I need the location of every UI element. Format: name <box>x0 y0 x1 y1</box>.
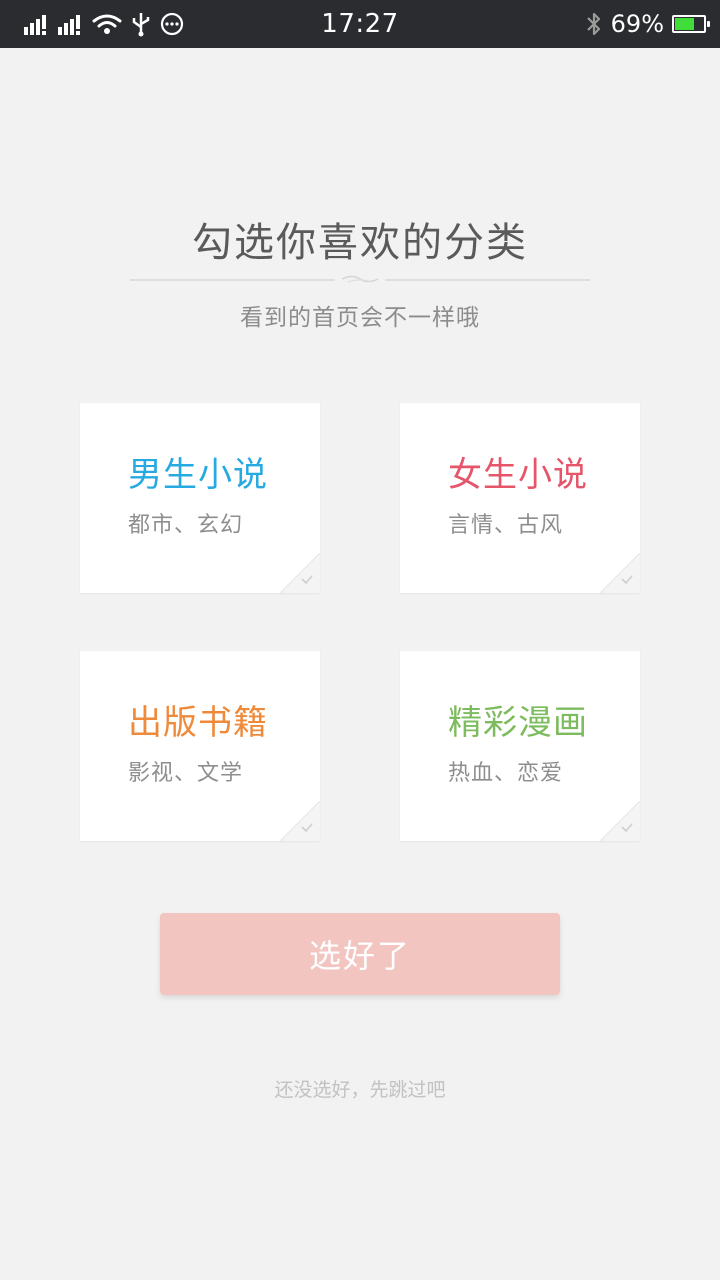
status-right: 69% <box>585 0 710 48</box>
title-divider <box>130 275 590 283</box>
skip-link[interactable]: 还没选好，先跳过吧 <box>0 1075 720 1102</box>
category-card-female-novel[interactable]: 女生小说 言情、古风 <box>400 403 640 593</box>
check-corner-icon <box>600 553 640 593</box>
category-subtitle: 都市、玄幻 <box>128 513 244 538</box>
status-bar: 17:27 69% <box>0 0 720 48</box>
check-corner-icon <box>280 553 320 593</box>
category-title: 男生小说 <box>128 455 268 495</box>
category-subtitle: 言情、古风 <box>448 513 564 538</box>
check-corner-icon <box>280 801 320 841</box>
page-title: 勾选你喜欢的分类 <box>192 220 528 266</box>
page-subtitle: 看到的首页会不一样哦 <box>240 305 480 331</box>
category-subtitle: 影视、文学 <box>128 761 244 786</box>
battery-percent: 69% <box>610 10 664 38</box>
category-card-male-novel[interactable]: 男生小说 都市、玄幻 <box>80 403 320 593</box>
check-corner-icon <box>600 801 640 841</box>
battery-icon <box>672 15 710 33</box>
bluetooth-icon <box>586 12 600 36</box>
category-title: 女生小说 <box>448 455 588 495</box>
category-title: 精彩漫画 <box>448 703 588 743</box>
category-card-published-books[interactable]: 出版书籍 影视、文学 <box>80 651 320 841</box>
confirm-button[interactable]: 选好了 <box>160 913 560 995</box>
battery-level-fill <box>675 18 695 30</box>
category-card-comics[interactable]: 精彩漫画 热血、恋爱 <box>400 651 640 841</box>
category-title: 出版书籍 <box>128 703 268 743</box>
category-subtitle: 热血、恋爱 <box>448 761 564 786</box>
